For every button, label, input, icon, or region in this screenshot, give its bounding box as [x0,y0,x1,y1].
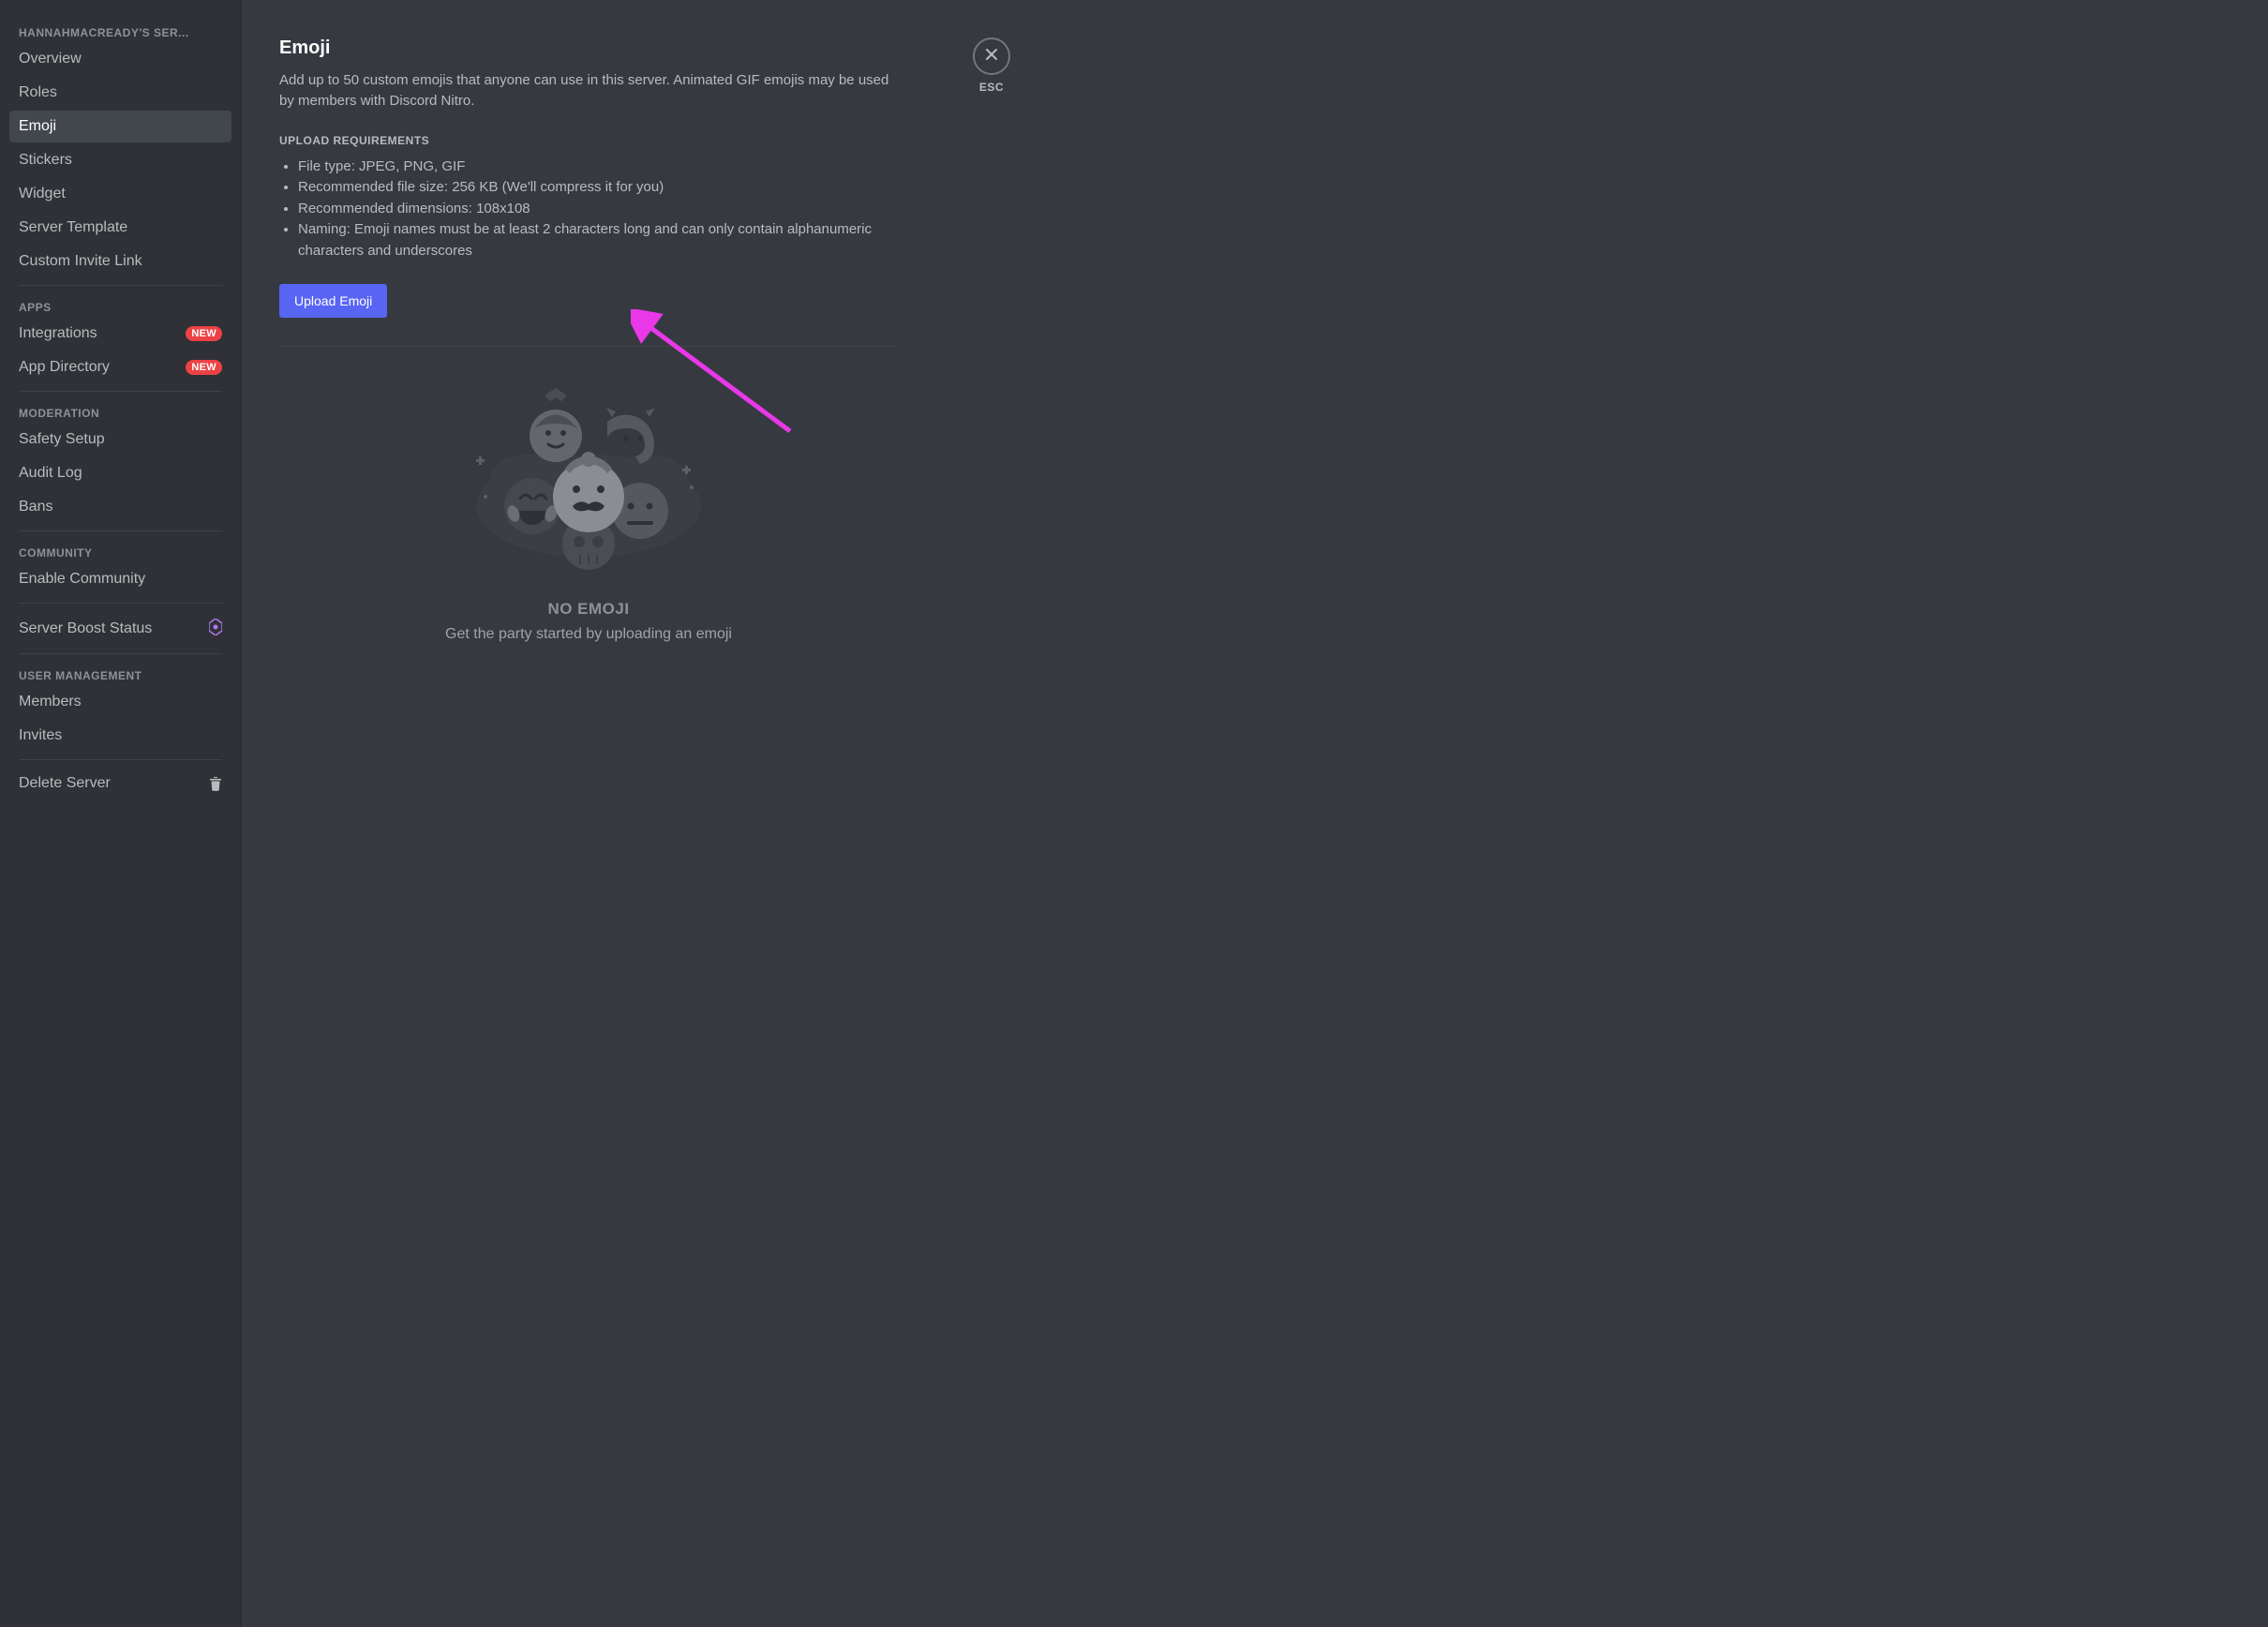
empty-state-description: Get the party started by uploading an em… [279,626,898,643]
requirement-item: File type: JPEG, PNG, GIF [298,157,898,178]
sidebar-item-roles[interactable]: Roles [9,77,231,109]
sidebar-item-label: Audit Log [19,465,82,482]
divider [19,391,222,392]
empty-state: NO EMOJI Get the party started by upload… [279,384,898,643]
sidebar-item-server-boost-status[interactable]: Server Boost Status [9,611,231,646]
sidebar-item-label: Delete Server [19,775,111,792]
divider [19,285,222,286]
sidebar-item-server-template[interactable]: Server Template [9,212,231,244]
moderation-header: MODERATION [9,399,231,424]
sidebar-item-label: Stickers [19,152,72,169]
community-header: COMMUNITY [9,539,231,563]
sidebar-item-widget[interactable]: Widget [9,178,231,210]
sidebar-item-integrations[interactable]: Integrations NEW [9,318,231,350]
close-icon [984,47,999,67]
sidebar-item-safety-setup[interactable]: Safety Setup [9,424,231,455]
sidebar-item-label: Safety Setup [19,431,105,448]
upload-requirements-header: UPLOAD REQUIREMENTS [279,134,898,147]
sidebar-item-audit-log[interactable]: Audit Log [9,457,231,489]
server-name-header: HANNAHMACREADY'S SER... [9,19,231,43]
page-description: Add up to 50 custom emojis that anyone c… [279,70,898,112]
sidebar-item-stickers[interactable]: Stickers [9,144,231,176]
sidebar-item-label: App Directory [19,359,110,376]
divider [19,603,222,604]
boost-icon [209,619,222,638]
sidebar-item-members[interactable]: Members [9,686,231,718]
sidebar-item-label: Bans [19,499,52,515]
sidebar-apps-group: Integrations NEW App Directory NEW [9,318,231,383]
sidebar-item-label: Integrations [19,325,97,342]
upload-emoji-button[interactable]: Upload Emoji [279,284,387,318]
divider [19,653,222,654]
close-button[interactable] [973,37,1010,75]
sidebar-item-label: Widget [19,186,66,202]
sidebar-item-app-directory[interactable]: App Directory NEW [9,351,231,383]
sidebar-item-bans[interactable]: Bans [9,491,231,523]
sidebar-item-label: Overview [19,51,82,67]
new-badge: NEW [186,360,222,375]
sidebar-item-delete-server[interactable]: Delete Server [9,768,231,799]
sidebar-item-label: Enable Community [19,571,145,588]
requirement-item: Naming: Emoji names must be at least 2 c… [298,219,898,261]
sidebar-moderation-group: Safety Setup Audit Log Bans [9,424,231,523]
sidebar-item-overview[interactable]: Overview [9,43,231,75]
sidebar-core-group: Overview Roles Emoji Stickers Widget Ser… [9,43,231,277]
trash-icon [209,776,222,791]
divider [279,346,898,347]
sidebar-item-label: Server Boost Status [19,620,152,637]
content-area: Emoji Add up to 50 custom emojis that an… [242,0,2268,1627]
sidebar-item-invites[interactable]: Invites [9,720,231,752]
apps-header: APPS [9,293,231,318]
sidebar-item-emoji[interactable]: Emoji [9,111,231,142]
page-title: Emoji [279,37,898,59]
sidebar-item-label: Emoji [19,118,56,135]
close-column: ESC [935,0,1020,1627]
upload-requirements-list: File type: JPEG, PNG, GIF Recommended fi… [279,157,898,262]
sidebar-community-group: Enable Community [9,563,231,595]
new-badge: NEW [186,326,222,341]
sidebar-item-label: Roles [19,84,57,101]
sidebar-item-label: Custom Invite Link [19,253,142,270]
sidebar-user-management-group: Members Invites [9,686,231,752]
empty-state-title: NO EMOJI [279,600,898,619]
user-management-header: USER MANAGEMENT [9,662,231,686]
settings-sidebar: HANNAHMACREADY'S SER... Overview Roles E… [0,0,242,1627]
requirement-item: Recommended dimensions: 108x108 [298,199,898,220]
sidebar-item-label: Server Template [19,219,127,236]
divider [19,759,222,760]
sidebar-item-label: Members [19,694,82,710]
requirement-item: Recommended file size: 256 KB (We'll com… [298,177,898,199]
sidebar-item-custom-invite-link[interactable]: Custom Invite Link [9,246,231,277]
esc-label: ESC [979,81,1004,94]
empty-emoji-illustration [462,384,715,572]
sidebar-item-label: Invites [19,727,62,744]
divider [19,530,222,531]
sidebar-item-enable-community[interactable]: Enable Community [9,563,231,595]
